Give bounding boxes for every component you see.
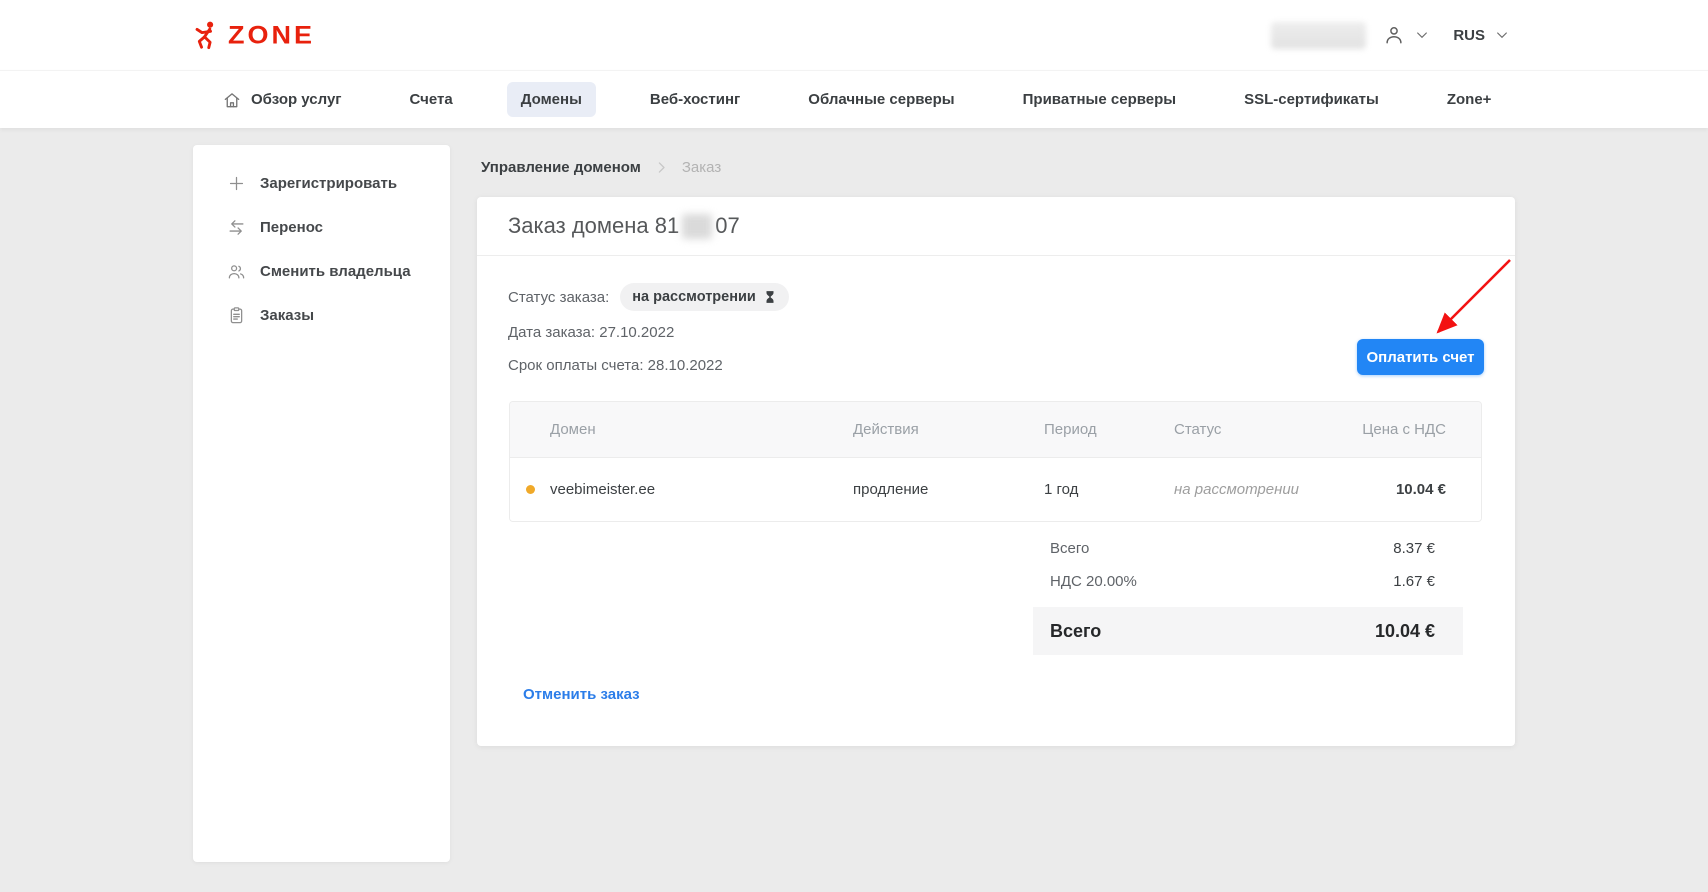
grand-total-row: Всего 10.04 €: [1033, 607, 1463, 655]
nav-item-invoices[interactable]: Счета: [396, 82, 467, 117]
breadcrumb: Управление доменом Заказ: [481, 159, 721, 176]
subtotal-value: 8.37 €: [1393, 540, 1435, 557]
domain-sidebar: Зарегистрировать Перенос Сменить владель…: [193, 145, 450, 862]
order-items-table: Домен Действия Период СтатусЦена с НДС v…: [509, 401, 1482, 522]
zone-logo[interactable]: zone: [193, 20, 315, 51]
vat-value: 1.67 €: [1393, 573, 1435, 590]
grand-total-label: Всего: [1050, 621, 1101, 642]
nav-item-cloud-servers[interactable]: Облачные серверы: [794, 82, 968, 117]
totals-subsection: Всего 8.37 € НДС 20.00% 1.67 €: [1033, 532, 1463, 598]
order-number-redacted: [682, 214, 712, 239]
language-selector[interactable]: RUS: [1453, 27, 1485, 44]
table-header-row: Домен Действия Период СтатусЦена с НДС: [510, 402, 1481, 457]
col-status: Статус: [1174, 421, 1359, 438]
col-domain: Домен: [550, 421, 853, 438]
cell-action: продление: [853, 481, 1044, 498]
vat-row: НДС 20.00% 1.67 €: [1033, 565, 1463, 598]
order-card: Заказ домена 81 07 Статус заказа: на расс…: [477, 197, 1515, 746]
nav-item-services-overview[interactable]: Обзор услуг: [208, 81, 356, 119]
cell-period: 1 год: [1044, 481, 1174, 498]
nav-item-ssl-certificates[interactable]: SSL-сертификаты: [1230, 82, 1393, 117]
two-users-icon: [227, 262, 246, 281]
table-row: veebimeister.ee продление 1 год на рассм…: [510, 457, 1481, 521]
status-dot-icon: [526, 485, 535, 494]
breadcrumb-current: Заказ: [682, 159, 721, 176]
nav-label: Zone+: [1447, 91, 1492, 108]
nav-item-webhosting[interactable]: Веб-хостинг: [636, 82, 754, 117]
nav-label: Обзор услуг: [251, 91, 342, 108]
subtotal-label: Всего: [1050, 540, 1089, 557]
sidebar-label: Сменить владельца: [260, 263, 411, 280]
runner-icon: [193, 20, 220, 51]
cell-domain: veebimeister.ee: [550, 481, 853, 498]
col-period: Период: [1044, 421, 1174, 438]
col-action: Действия: [853, 421, 1044, 438]
nav-label: Домены: [521, 91, 582, 108]
order-title-prefix: Заказ домена 81: [508, 213, 679, 239]
grand-total-value: 10.04 €: [1375, 621, 1435, 642]
sidebar-item-transfer[interactable]: Перенос: [193, 205, 450, 249]
payment-due-date: Срок оплаты счета: 28.10.2022: [508, 357, 723, 374]
order-title: Заказ домена 81 07: [477, 197, 1515, 256]
breadcrumb-parent[interactable]: Управление доменом: [481, 159, 641, 176]
header-right: RUS: [1271, 22, 1510, 49]
nav-item-private-servers[interactable]: Приватные серверы: [1009, 82, 1190, 117]
order-date: Дата заказа: 27.10.2022: [508, 324, 674, 341]
nav-label: Счета: [410, 91, 453, 108]
account-name-redacted[interactable]: [1271, 22, 1366, 49]
hourglass-icon: [763, 290, 777, 304]
status-label: Статус заказа:: [508, 289, 609, 306]
sidebar-item-change-owner[interactable]: Сменить владельца: [193, 249, 450, 293]
sidebar-label: Заказы: [260, 307, 314, 324]
user-icon[interactable]: [1383, 24, 1405, 46]
plus-icon: [227, 174, 246, 193]
clipboard-icon: [227, 306, 246, 325]
nav-label: SSL-сертификаты: [1244, 91, 1379, 108]
transfer-arrows-icon: [227, 218, 246, 237]
language-chevron-down-icon[interactable]: [1494, 27, 1510, 43]
vat-label: НДС 20.00%: [1050, 573, 1137, 590]
top-header: zone RUS: [0, 0, 1708, 70]
pay-invoice-button[interactable]: Оплатить счет: [1357, 339, 1484, 375]
main-navigation: Обзор услуг Счета Домены Веб-хостинг Обл…: [0, 70, 1708, 128]
subtotal-row: Всего 8.37 €: [1033, 532, 1463, 565]
nav-label: Веб-хостинг: [650, 91, 740, 108]
nav-label: Облачные серверы: [808, 91, 954, 108]
nav-label: Приватные серверы: [1023, 91, 1176, 108]
home-icon: [222, 90, 242, 110]
sidebar-label: Зарегистрировать: [260, 175, 397, 192]
sidebar-item-orders[interactable]: Заказы: [193, 293, 450, 337]
col-price: Цена с НДС: [1359, 421, 1481, 438]
cell-status: на рассмотрении: [1174, 481, 1359, 498]
order-title-suffix: 07: [715, 213, 739, 239]
page: zone RUS: [0, 0, 1708, 892]
cell-price: 10.04 €: [1359, 481, 1481, 498]
chevron-right-icon: [653, 159, 670, 176]
status-badge: на рассмотрении: [620, 283, 789, 311]
sidebar-label: Перенос: [260, 219, 323, 236]
account-chevron-down-icon[interactable]: [1414, 27, 1430, 43]
nav-item-domains[interactable]: Домены: [507, 82, 596, 117]
sidebar-item-register[interactable]: Зарегистрировать: [193, 161, 450, 205]
logo-wordmark: zone: [228, 23, 315, 48]
cancel-order-link[interactable]: Отменить заказ: [523, 686, 640, 703]
status-badge-text: на рассмотрении: [632, 289, 756, 305]
order-status-line: Статус заказа: на рассмотрении: [508, 283, 789, 311]
nav-item-zone-plus[interactable]: Zone+: [1433, 82, 1506, 117]
